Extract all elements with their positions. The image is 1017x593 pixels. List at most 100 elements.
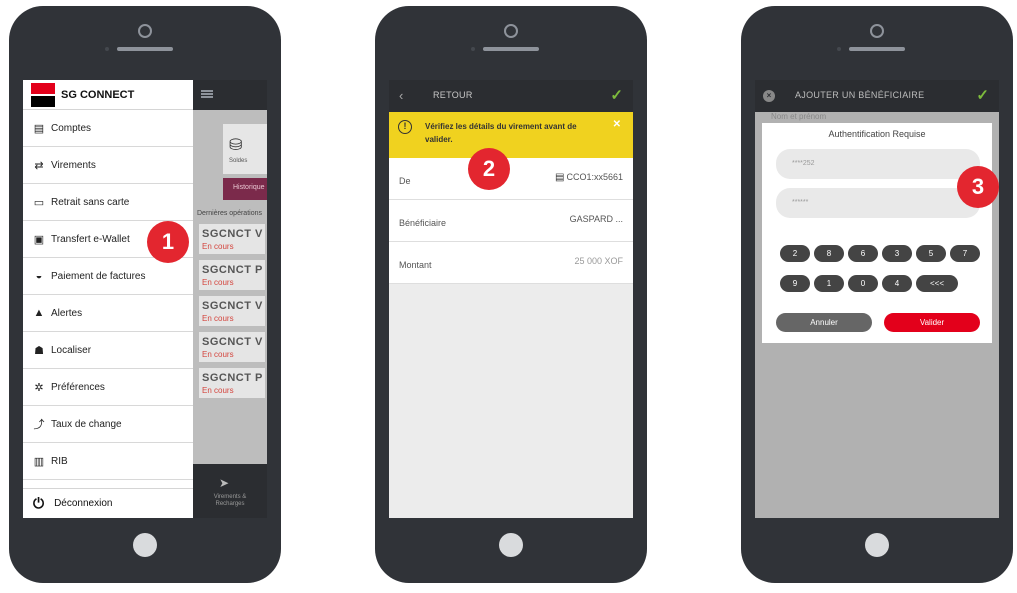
topbar: × AJOUTER UN BÉNÉFICIAIRE ✓ (755, 80, 999, 112)
transfer-tab-icon[interactable]: ➤ (219, 476, 229, 490)
phone-screen-2: ‹ RETOUR ✓ ! Vérifiez les détails du vir… (389, 80, 633, 518)
recent-operations-title: Dernières opérations (197, 210, 262, 217)
camera (504, 24, 518, 38)
keypad-key[interactable]: 1 (814, 275, 844, 292)
operation-item[interactable]: SGCNCT P En cours (199, 260, 265, 290)
detail-row-from[interactable]: De ▤ CCO1:xx5661 (389, 158, 633, 200)
keypad-key[interactable]: 3 (882, 245, 912, 262)
operation-status: En cours (202, 314, 234, 323)
bill-payment-icon: ◒ (35, 270, 43, 282)
phone-screen-3: × AJOUTER UN BÉNÉFICIAIRE ✓ Nom et préno… (755, 80, 999, 518)
menu-item-localiser[interactable]: ☗ Localiser (23, 332, 193, 369)
menu-item-label: Alertes (51, 307, 83, 319)
camera (138, 24, 152, 38)
home-button[interactable] (133, 533, 157, 557)
keypad-key[interactable]: 5 (916, 245, 946, 262)
keypad-key[interactable]: 0 (848, 275, 878, 292)
operation-status: En cours (202, 350, 234, 359)
operation-item[interactable]: SGCNCT V En cours (199, 224, 265, 254)
operation-item[interactable]: SGCNCT V En cours (199, 296, 265, 326)
identifier-field[interactable]: ****252 (776, 149, 980, 179)
bottom-tab-label[interactable]: Virements & Recharges (199, 494, 261, 508)
document-icon: ▥ (33, 455, 45, 468)
menu-item-taux[interactable]: ⤴ Taux de change (23, 406, 193, 443)
backspace-key[interactable]: <<< (916, 275, 958, 292)
step-badge-1: 1 (147, 221, 189, 263)
step-badge-3: 3 (957, 166, 999, 208)
menu-item-comptes[interactable]: ▤ Comptes (23, 110, 193, 147)
operation-status: En cours (202, 242, 234, 251)
warning-text: Vérifiez les détails du virement avant d… (425, 122, 577, 144)
history-button[interactable]: Historique (223, 178, 267, 200)
menu-item-label: Localiser (51, 344, 92, 356)
menu-item-factures[interactable]: ◒ Paiement de factures (23, 258, 193, 295)
hamburger-menu-icon[interactable] (201, 90, 213, 98)
back-label[interactable]: RETOUR (433, 90, 473, 100)
sg-logo (31, 83, 55, 107)
password-field[interactable]: ****** (776, 188, 980, 218)
menu-item-virements[interactable]: ⇄ Virements (23, 147, 193, 184)
sensor (105, 47, 109, 51)
menu-item-alertes[interactable]: ▲ Alertes (23, 295, 193, 332)
power-icon: ⏻ (33, 495, 45, 511)
menu-header: SG CONNECT (23, 80, 193, 110)
phone-device-1: ⛁ Soldes Historique Dernières opérations… (9, 6, 281, 583)
bottom-tab-bar: ➤ Virements & Recharges (193, 464, 267, 518)
account-number: CCO1:xx5661 (566, 172, 623, 182)
operation-name: SGCNCT V (202, 300, 263, 312)
menu-item-label: RIB (51, 455, 68, 467)
background-app: ⛁ Soldes Historique Dernières opérations… (193, 80, 267, 518)
menu-item-label: Transfert e-Wallet (51, 233, 130, 245)
camera (870, 24, 884, 38)
menu-item-label: Paiement de factures (51, 270, 146, 282)
menu-item-label: Retrait sans carte (51, 196, 130, 208)
menu-item-label: Taux de change (51, 418, 122, 430)
background-field-label: Nom et prénom (771, 112, 827, 121)
detail-value: GASPARD ... (569, 214, 623, 224)
detail-value: ▤ CCO1:xx5661 (555, 172, 623, 183)
keypad-key[interactable]: 8 (814, 245, 844, 262)
detail-label: Montant (399, 260, 432, 270)
menu-item-preferences[interactable]: ✲ Préférences (23, 369, 193, 406)
operation-name: SGCNCT P (202, 372, 263, 384)
accounts-icon: ▤ (33, 122, 45, 135)
keypad-key[interactable]: 9 (780, 275, 810, 292)
keypad-key[interactable]: 4 (882, 275, 912, 292)
menu-item-label: Comptes (51, 122, 92, 134)
phone-screen-1: ⛁ Soldes Historique Dernières opérations… (23, 80, 267, 518)
operation-item[interactable]: SGCNCT V En cours (199, 332, 265, 362)
detail-label: Bénéficiaire (399, 218, 447, 228)
menu-item-retrait[interactable]: ▭ Retrait sans carte (23, 184, 193, 221)
logout-button[interactable]: ⏻ Déconnexion (23, 488, 193, 518)
account-icon: ▤ (555, 172, 565, 183)
operation-name: SGCNCT V (202, 228, 263, 240)
keypad-key[interactable]: 6 (848, 245, 878, 262)
checkmark-icon[interactable]: ✓ (610, 86, 623, 104)
home-button[interactable] (499, 533, 523, 557)
menu-item-rib[interactable]: ▥ RIB (23, 443, 193, 480)
logout-label: Déconnexion (54, 498, 113, 509)
validate-button[interactable]: Valider (884, 313, 980, 332)
close-icon[interactable]: × (763, 90, 775, 102)
back-arrow-icon[interactable]: ‹ (399, 88, 403, 103)
exchange-icon: ⤴ (33, 419, 45, 431)
warning-icon: ! (398, 120, 412, 134)
side-menu: SG CONNECT ▤ Comptes ⇄ Virements ▭ Retra… (23, 80, 193, 518)
cancel-button[interactable]: Annuler (776, 313, 872, 332)
close-icon[interactable]: ✕ (613, 119, 621, 130)
sensor (837, 47, 841, 51)
detail-row-amount[interactable]: Montant 25 000 XOF (389, 242, 633, 284)
step-badge-2: 2 (468, 148, 510, 190)
balance-card-label: Soldes (229, 158, 248, 164)
brand-name: SG CONNECT (61, 89, 135, 101)
phone-device-3: × AJOUTER UN BÉNÉFICIAIRE ✓ Nom et préno… (741, 6, 1013, 583)
home-button[interactable] (865, 533, 889, 557)
keypad-key[interactable]: 7 (950, 245, 980, 262)
detail-row-beneficiary[interactable]: Bénéficiaire GASPARD ... (389, 200, 633, 242)
operation-status: En cours (202, 386, 234, 395)
keypad-key[interactable]: 2 (780, 245, 810, 262)
phone-device-2: ‹ RETOUR ✓ ! Vérifiez les détails du vir… (375, 6, 647, 583)
warning-banner: ! Vérifiez les détails du virement avant… (389, 112, 633, 158)
checkmark-icon[interactable]: ✓ (976, 86, 989, 104)
operation-item[interactable]: SGCNCT P En cours (199, 368, 265, 398)
